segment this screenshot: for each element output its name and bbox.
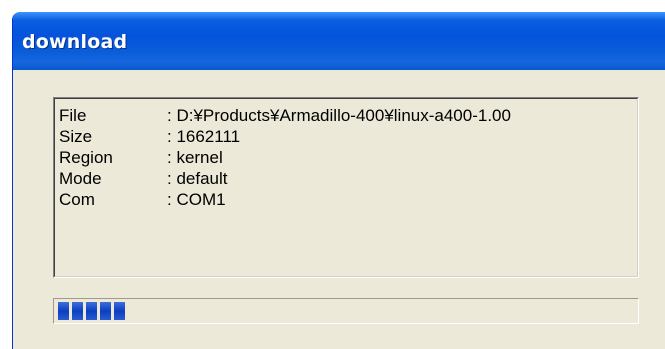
mode-value: : default [167, 169, 228, 188]
download-progress-bar [53, 298, 639, 324]
mode-label: Mode [59, 169, 102, 188]
info-panel: File : D:¥Products¥Armadillo-400¥linux-a… [53, 97, 639, 278]
progress-chunk [100, 302, 111, 320]
progress-chunk [114, 302, 125, 320]
progress-fill [58, 302, 128, 320]
download-dialog: download File : D:¥Products¥Armadillo-40… [12, 12, 665, 349]
com-value: : COM1 [167, 190, 226, 209]
title-bar[interactable]: download [13, 12, 665, 70]
region-label: Region [59, 148, 113, 167]
com-label: Com [59, 190, 95, 209]
size-value: : 1662111 [167, 127, 241, 146]
file-value: : D:¥Products¥Armadillo-400¥linux-a400-1… [167, 106, 511, 125]
progress-chunk [86, 302, 97, 320]
progress-chunk [72, 302, 83, 320]
progress-chunk [58, 302, 69, 320]
region-value: : kernel [167, 148, 223, 167]
file-label: File [59, 106, 87, 125]
window-title: download [22, 31, 128, 53]
progress-track [56, 302, 636, 320]
size-label: Size [59, 127, 93, 146]
